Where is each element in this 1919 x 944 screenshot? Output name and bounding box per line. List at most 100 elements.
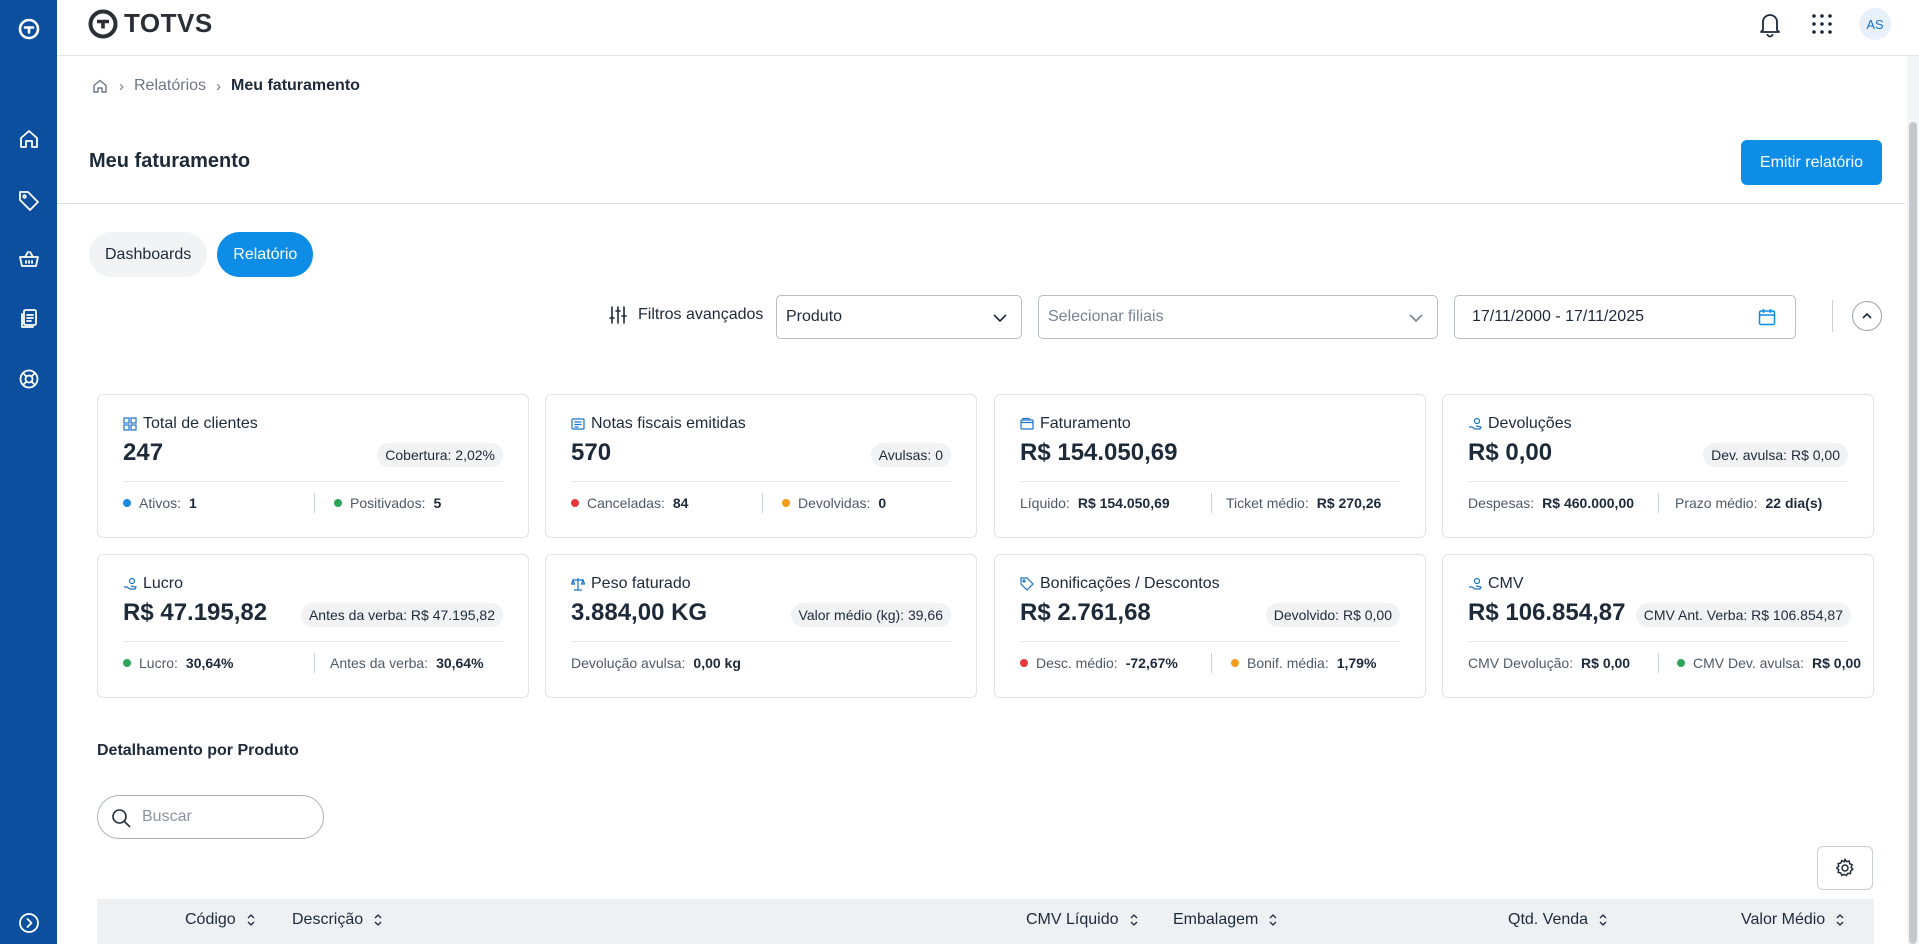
card-bonus-discounts: Bonificações / Descontos R$ 2.761,68 Dev… [994,554,1426,698]
card-footer-left: Canceladas: 84 [571,495,688,511]
card-title: Lucro [123,575,183,593]
card-divider [1468,641,1848,642]
scale-icon [571,578,585,591]
group-by-select[interactable]: Produto [776,295,1022,339]
branches-select[interactable]: Selecionar filiais [1038,295,1438,339]
column-header-valor-medio[interactable]: Valor Médio [1741,911,1845,929]
card-divider [1020,641,1400,642]
tab-relatorio[interactable]: Relatório [217,232,314,277]
logo-text: TOTVS [124,8,213,38]
card-footer-separator [762,493,763,513]
expand-sidebar-icon[interactable] [14,908,44,938]
orange-dot [1231,659,1239,667]
date-range-field[interactable]: 17/11/2000 - 17/11/2025 [1454,295,1796,339]
card-weight: Peso faturado 3.884,00 KG Valor médio (k… [545,554,977,698]
bell-icon[interactable] [1755,9,1785,39]
totvs-logo-icon[interactable] [14,14,44,44]
card-footer-right: CMV Dev. avulsa: R$ 0,00 [1677,655,1861,671]
hand-money-icon [124,577,137,590]
green-dot [123,659,131,667]
card-footer-left: Desc. médio: -72,67% [1020,655,1178,671]
support-icon[interactable] [14,364,44,394]
totvs-mark-icon [88,9,118,38]
card-billing: Faturamento R$ 154.050,69 Líquido: R$ 154… [994,394,1426,538]
card-footer-left: Despesas: R$ 460.000,00 [1468,495,1635,511]
emit-report-button[interactable]: Emitir relatório [1741,140,1882,185]
user-avatar[interactable]: AS [1859,8,1891,40]
card-value: 3.884,00 KG [571,599,708,626]
card-divider [123,641,503,642]
column-header-embalagem[interactable]: Embalagem [1173,911,1278,929]
card-footer-left: Ativos: 1 [123,495,197,511]
table-header: Código Descrição CMV Líquido Embalagem Q… [97,899,1874,944]
header-divider [57,203,1905,204]
sort-icon [1599,914,1607,926]
branches-placeholder: Selecionar filiais [1048,308,1164,325]
sliders-icon [609,306,627,324]
card-title: Notas fiscais emitidas [571,415,746,433]
breadcrumb-current: Meu faturamento [231,77,360,94]
card-footer-left: CMV Devolução: R$ 0,00 [1468,655,1631,671]
green-dot [1677,659,1685,667]
card-divider [123,481,503,482]
card-title: CMV [1468,575,1524,593]
orange-dot [782,499,790,507]
card-badge: Cobertura: 2,02% [377,443,503,467]
chevron-right-icon: › [216,77,222,95]
page-title: Meu faturamento [89,150,251,172]
card-cmv: CMV R$ 106.854,87 CMV Ant. Verba: R$ 106… [1442,554,1874,698]
card-divider [1020,481,1400,482]
tag-icon[interactable] [14,185,44,215]
table-settings-button[interactable] [1817,846,1873,890]
totvs-logo[interactable]: TOTVS [88,8,213,39]
card-footer-separator [1658,493,1659,513]
blue-dot [123,499,131,507]
card-title: Peso faturado [571,575,691,593]
search-placeholder: Buscar [142,808,192,825]
view-tabs: Dashboards Relatório [89,232,314,277]
card-footer-right: Devolvidas: 0 [782,495,886,511]
card-footer-right: Prazo médio: 22 dia(s) [1675,495,1823,511]
breadcrumb-reports[interactable]: Relatórios [134,77,206,95]
card-title: Total de clientes [123,415,258,433]
sort-icon [1269,914,1277,926]
sort-icon [1130,914,1137,926]
card-footer-left: Devolução avulsa: 0,00 kg [571,655,741,671]
detail-section-title: Detalhamento por Produto [97,742,299,759]
collapse-filters-button[interactable] [1852,301,1882,331]
card-divider [571,641,951,642]
apps-grid-icon[interactable] [1807,9,1837,39]
search-icon [112,809,131,828]
card-badge: Avulsas: 0 [870,443,951,467]
documents-icon[interactable] [14,304,44,334]
chevron-down-icon [1409,314,1423,323]
basket-icon[interactable] [14,244,44,274]
scrollbar-thumb[interactable] [1909,122,1917,944]
card-footer-right: Bonif. média: 1,79% [1231,655,1376,671]
column-header-descricao[interactable]: Descrição [292,911,383,929]
card-profit: Lucro R$ 47.195,82 Antes da verba: R$ 47… [97,554,529,698]
card-title: Devoluções [1468,415,1572,433]
search-input[interactable]: Buscar [97,795,324,839]
card-value: R$ 0,00 [1468,439,1553,466]
top-actions: AS [1755,8,1891,40]
red-dot [1020,659,1028,667]
home-breadcrumb-icon[interactable] [91,77,109,95]
green-dot [334,499,342,507]
card-total-clients: Total de clientes 247 Cobertura: 2,02% A… [97,394,529,538]
column-header-qtd-venda[interactable]: Qtd. Venda [1508,911,1608,929]
column-header-codigo[interactable]: Código [185,911,256,929]
card-divider [1468,481,1848,482]
card-footer-separator [314,493,315,513]
hand-money-icon [1469,577,1482,590]
wallet-icon [1020,417,1034,430]
column-header-cmv-liquido[interactable]: CMV Líquido [1026,911,1139,929]
home-icon[interactable] [14,124,44,154]
filters-divider [1832,300,1833,332]
date-range-value: 17/11/2000 - 17/11/2025 [1472,308,1644,325]
advanced-filters-button[interactable]: Filtros avançados [608,305,763,325]
card-footer-right: Antes da verba: 30,64% [330,655,484,671]
card-title: Faturamento [1020,415,1131,433]
tab-dashboards[interactable]: Dashboards [89,232,208,277]
calendar-icon[interactable] [1757,307,1777,327]
